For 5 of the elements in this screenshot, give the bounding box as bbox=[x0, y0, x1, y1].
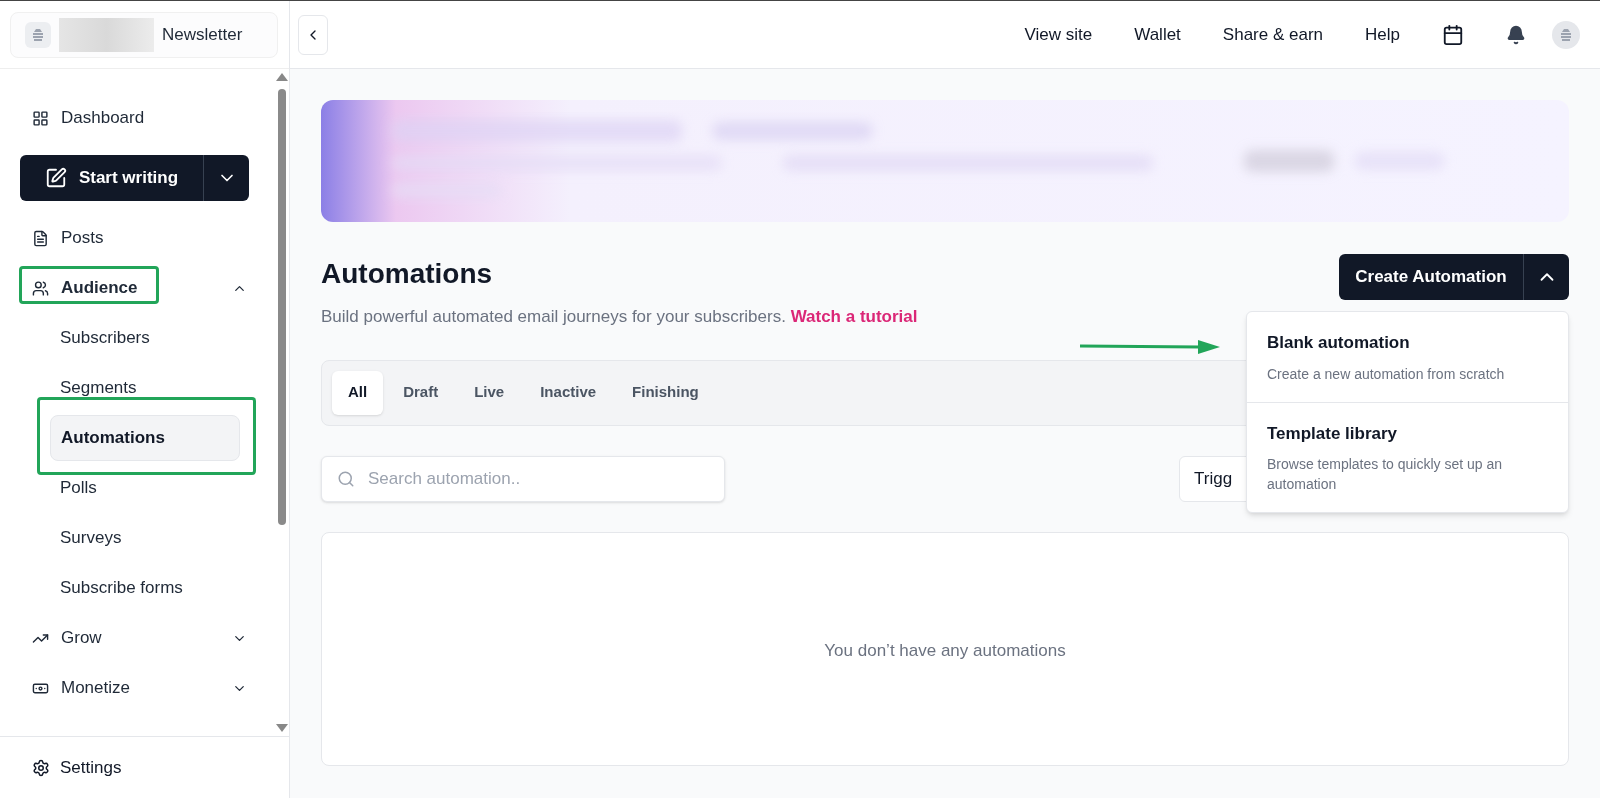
newsletter-name: Newsletter bbox=[162, 23, 243, 46]
page-subtitle: Build powerful automated email journeys for your subscribers. bbox=[321, 307, 786, 326]
start-writing-label: Start writing bbox=[78, 167, 179, 190]
empty-state-message: You don’t have any automations bbox=[824, 639, 1066, 662]
page-title: Automations bbox=[321, 257, 494, 291]
